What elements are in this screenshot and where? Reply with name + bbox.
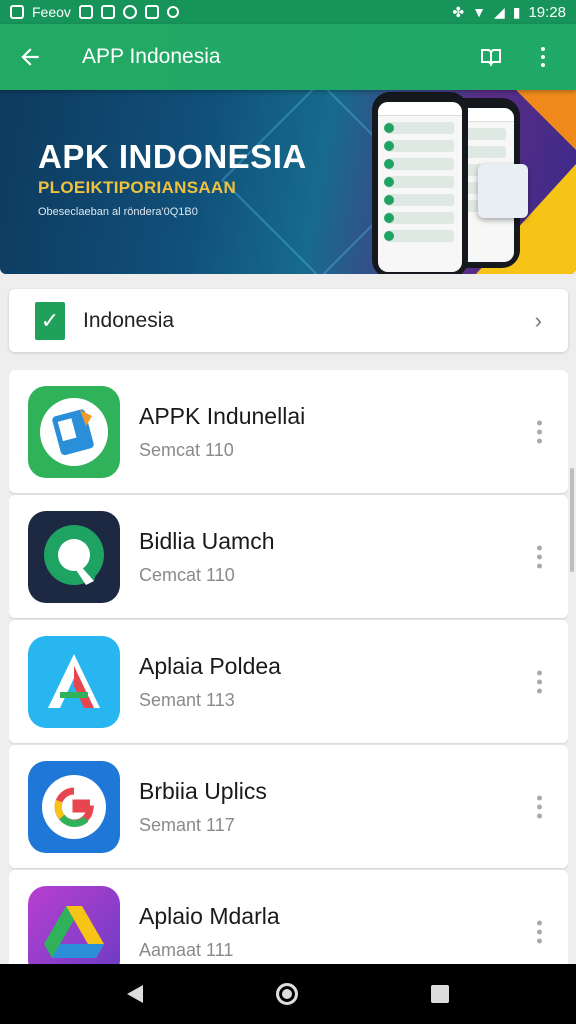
status-bar: Feeov ✤ ▼ ◢ ▮ 19:28 — [0, 0, 576, 24]
app-name: Brbiia Uplics — [139, 777, 267, 804]
overflow-menu-button[interactable] — [530, 44, 556, 70]
arrow-left-icon — [21, 48, 39, 66]
scrollbar[interactable] — [570, 468, 574, 572]
battery-icon: ▮ — [512, 3, 521, 20]
app-name: Aplaia Poldea — [139, 652, 281, 679]
app-subtitle: Semant 117 — [139, 814, 235, 835]
system-nav-bar — [0, 964, 576, 1024]
book-icon — [28, 385, 120, 478]
drive-icon — [28, 885, 120, 964]
book-open-icon — [481, 49, 501, 67]
nav-back-button[interactable] — [126, 985, 143, 1003]
circle-notification-icon — [166, 6, 179, 18]
checkmark-icon: ✓ — [35, 301, 65, 340]
app-name: APPK Indunellai — [139, 402, 306, 429]
vibrate-icon: ✤ — [452, 3, 465, 20]
mail-notification-icon — [100, 5, 115, 19]
sim-notification-icon — [144, 5, 159, 19]
open-in-button[interactable] — [478, 44, 504, 70]
wifi-icon: ▼ — [472, 4, 486, 20]
signal-icon: ◢ — [493, 3, 505, 20]
app-subtitle: Semcat 110 — [139, 439, 234, 460]
list-item[interactable]: Brbiia Uplics Semant 117 — [9, 745, 568, 868]
banner-decoration — [516, 90, 576, 150]
phone-illustration — [372, 92, 468, 274]
app-subtitle: Cemcat 110 — [139, 564, 235, 585]
status-left-label: Feeov — [32, 4, 71, 20]
banner-title: APK INDONESIA — [38, 138, 307, 175]
item-menu-button[interactable] — [537, 795, 542, 818]
record-notification-icon — [122, 5, 137, 19]
promo-banner[interactable]: APK INDONESIA PLOEIKTIPORIANSAAN Obesecl… — [0, 90, 576, 274]
q-icon — [28, 510, 120, 603]
card-illustration — [478, 164, 528, 218]
list-item[interactable]: Aplaio Mdarla Aamaat 111 — [9, 870, 568, 964]
item-menu-button[interactable] — [537, 670, 542, 693]
nav-recents-button[interactable] — [431, 985, 450, 1003]
page-title: APP Indonesia — [82, 45, 221, 68]
category-label: Indonesia — [83, 308, 175, 332]
app-list: APPK Indunellai Semcat 110 Bidlia Uamch … — [9, 370, 568, 964]
category-row[interactable]: ✓ Indonesia › — [9, 289, 568, 352]
a-icon — [28, 635, 120, 728]
app-notification-icon — [10, 5, 24, 19]
item-menu-button[interactable] — [537, 420, 542, 443]
g-icon — [28, 760, 120, 853]
app-subtitle: Aamaat 111 — [139, 939, 234, 960]
app-subtitle: Semant 113 — [139, 689, 235, 710]
list-item[interactable]: APPK Indunellai Semcat 110 — [9, 370, 568, 493]
image-notification-icon — [78, 5, 93, 19]
list-item[interactable]: Aplaia Poldea Semant 113 — [9, 620, 568, 743]
list-item[interactable]: Bidlia Uamch Cemcat 110 — [9, 495, 568, 618]
nav-home-button[interactable] — [275, 983, 298, 1005]
item-menu-button[interactable] — [537, 920, 542, 943]
clock: 19:28 — [528, 3, 566, 21]
item-menu-button[interactable] — [537, 545, 542, 568]
app-bar: APP Indonesia — [0, 24, 576, 90]
chevron-right-icon: › — [534, 307, 542, 333]
back-button[interactable] — [0, 24, 60, 90]
app-name: Bidlia Uamch — [139, 527, 275, 554]
banner-small-text: Obeseclaeban al röndera'0Q1B0 — [38, 206, 198, 218]
app-name: Aplaio Mdarla — [139, 902, 280, 929]
banner-subtitle: PLOEIKTIPORIANSAAN — [38, 178, 237, 197]
